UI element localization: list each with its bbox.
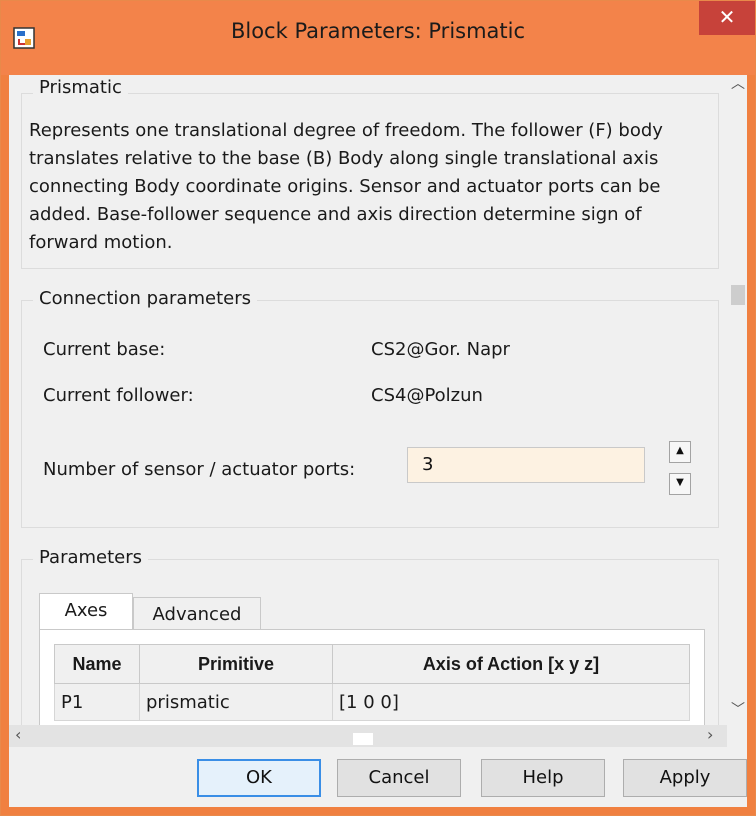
parameters-group-legend: Parameters [33,547,149,568]
close-icon: ✕ [718,5,736,29]
cell-primitive[interactable]: prismatic [139,683,333,721]
table-header-row: Name Primitive Axis of Action [x y z] [54,644,690,684]
scroll-down-icon[interactable]: ﹀ [731,699,745,719]
close-button[interactable]: ✕ [699,1,755,35]
column-header-primitive[interactable]: Primitive [139,644,333,684]
column-header-name[interactable]: Name [54,644,140,684]
current-follower-label: Current follower: [43,385,194,406]
apply-button[interactable]: Apply [623,759,747,797]
current-follower-value: CS4@Polzun [371,385,483,406]
tab-advanced[interactable]: Advanced [133,597,261,633]
horizontal-scroll-thumb[interactable] [353,733,373,745]
table-row[interactable]: P1 prismatic [1 0 0] [54,683,690,721]
spin-down-icon[interactable]: ▼ [669,473,691,495]
ok-button[interactable]: OK [197,759,321,797]
connection-group-legend: Connection parameters [33,288,257,309]
horizontal-scrollbar[interactable]: ‹ › [9,725,727,747]
ports-label: Number of sensor / actuator ports: [43,459,356,480]
dialog-client: Prismatic Represents one translational d… [9,75,747,807]
scroll-left-icon[interactable]: ‹ [15,725,21,744]
vertical-scroll-thumb[interactable] [731,285,745,305]
block-description: Represents one translational degree of f… [29,120,663,253]
axes-table: Name Primitive Axis of Action [x y z] P1… [54,644,690,721]
connection-group [21,300,719,528]
current-base-value: CS2@Gor. Napr [371,339,510,360]
help-button[interactable]: Help [481,759,605,797]
vertical-scrollbar[interactable]: ︿ ﹀ [727,75,747,725]
scroll-up-icon[interactable]: ︿ [731,75,745,93]
cancel-button[interactable]: Cancel [337,759,461,797]
spin-up-icon[interactable]: ▲ [669,441,691,463]
tab-axes[interactable]: Axes [39,593,133,631]
cell-axis[interactable]: [1 0 0] [332,683,690,721]
cell-name[interactable]: P1 [54,683,140,721]
prismatic-group-legend: Prismatic [33,77,128,98]
scroll-content: Prismatic Represents one translational d… [9,75,727,725]
dialog-window: Block Parameters: Prismatic ✕ Prismatic … [0,0,756,816]
title-bar[interactable]: Block Parameters: Prismatic [1,1,755,75]
ports-input[interactable]: 3 [407,447,645,483]
scroll-right-icon[interactable]: › [707,725,713,744]
window-title: Block Parameters: Prismatic [230,19,526,43]
column-header-axis[interactable]: Axis of Action [x y z] [332,644,690,684]
current-base-label: Current base: [43,339,166,360]
axes-tab-panel: Name Primitive Axis of Action [x y z] P1… [39,629,705,725]
